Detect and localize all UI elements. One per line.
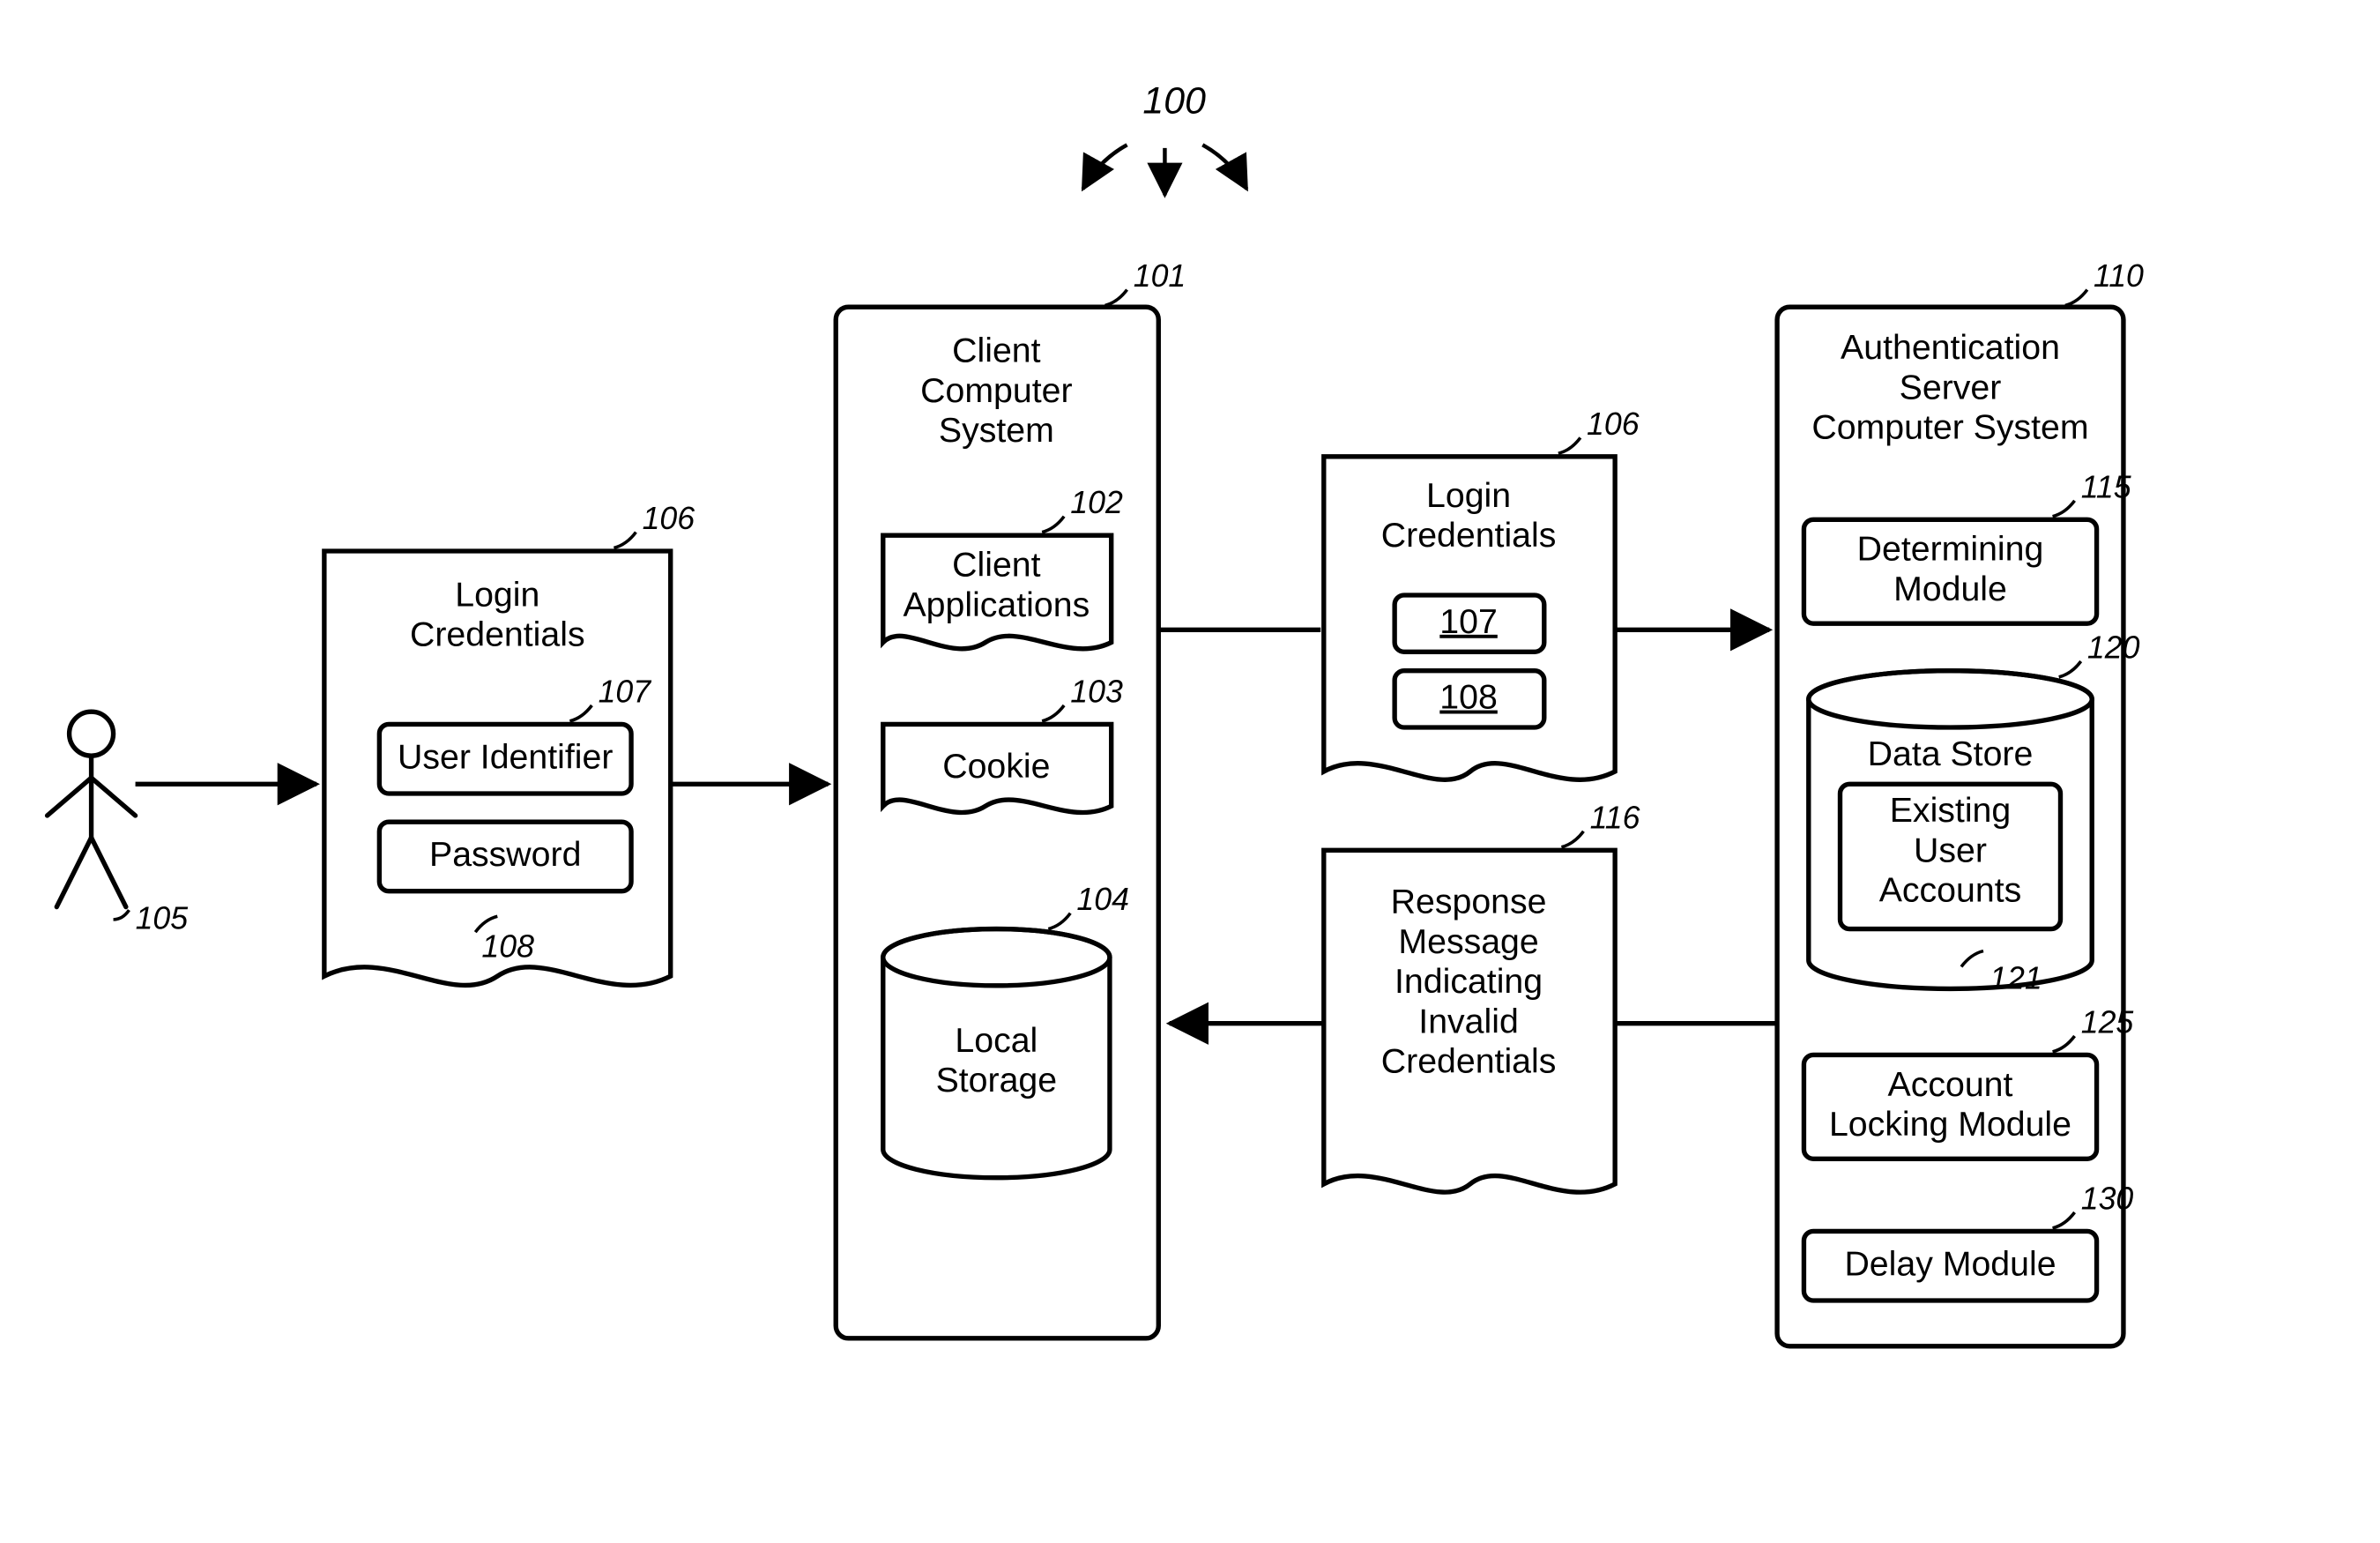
delay-module-ref: 130 [2081, 1181, 2134, 1216]
svg-text:Cookie: Cookie [942, 747, 1050, 786]
svg-text:100: 100 [1142, 80, 1206, 123]
login-credentials-right-uid-ref: 107 [1439, 602, 1498, 641]
response-message-ref: 116 [1590, 800, 1640, 835]
user-identifier-ref: 107 [599, 674, 652, 709]
figure-ref: 100 [1083, 80, 1247, 196]
auth-server-ref: 110 [2094, 258, 2144, 294]
delay-module-label: Delay Module [1844, 1244, 2056, 1283]
login-credentials-left: LoginCredentials User Identifier Passwor… [324, 501, 695, 985]
data-store-label: Data Store [1868, 734, 2034, 773]
determining-module-ref: 115 [2081, 469, 2131, 504]
login-credentials-right-ref: 106 [1587, 406, 1640, 442]
auth-server: AuthenticationServerComputer System 110 … [1777, 258, 2144, 1346]
data-store-ref: 120 [2087, 630, 2140, 665]
client-system-ref: 101 [1134, 258, 1186, 294]
svg-text:108: 108 [1439, 678, 1498, 717]
svg-text:Data Store: Data Store [1868, 734, 2034, 773]
password-label: Password [429, 835, 581, 874]
svg-text:Password: Password [429, 835, 581, 874]
cookie-label: Cookie [942, 747, 1050, 786]
svg-text:ResponseMessageIndicatingInval: ResponseMessageIndicatingInvalidCredenti… [1381, 883, 1557, 1081]
svg-text:User Identifier: User Identifier [398, 737, 613, 776]
diagram: 105 LoginCredentials User Identifier Pas… [0, 0, 2380, 1543]
client-computer-system: ClientComputerSystem ClientApplications … [836, 258, 1186, 1338]
user-icon [48, 712, 136, 906]
response-message-label: ResponseMessageIndicatingInvalidCredenti… [1381, 883, 1557, 1081]
password-ref: 108 [481, 929, 534, 965]
login-credentials-right: LoginCredentials 107 108 106 [1324, 406, 1640, 779]
user-identifier-label: User Identifier [398, 737, 613, 776]
user-ref: 105 [136, 901, 189, 936]
login-credentials-right-pwd-ref: 108 [1439, 678, 1498, 717]
svg-text:107: 107 [1439, 602, 1498, 641]
local-storage-ref: 104 [1076, 882, 1129, 917]
svg-text:Delay Module: Delay Module [1844, 1244, 2056, 1283]
login-credentials-left-ref: 106 [643, 501, 695, 536]
existing-accounts-ref: 121 [1990, 960, 2042, 995]
client-applications-ref: 102 [1070, 485, 1123, 520]
svg-text:105: 105 [136, 901, 189, 936]
cookie-ref: 103 [1070, 674, 1123, 709]
response-message: ResponseMessageIndicatingInvalidCredenti… [1324, 800, 1640, 1192]
account-locking-module-ref: 125 [2081, 1004, 2134, 1040]
